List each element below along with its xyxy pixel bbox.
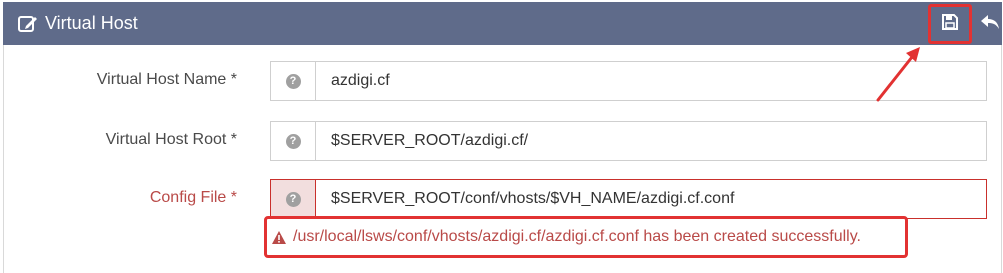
help-icon: ? <box>285 73 301 89</box>
back-button[interactable] <box>977 10 1003 38</box>
virtual-host-root-label: Virtual Host Root * <box>105 131 237 148</box>
panel-header: Virtual Host <box>3 2 1002 45</box>
config-file-help[interactable]: ? <box>271 180 316 218</box>
virtual-host-root-value: $SERVER_ROOT/azdigi.cf/ <box>331 132 529 149</box>
panel-title: Virtual Host <box>45 13 138 33</box>
config-file-label: Config File * <box>149 189 237 206</box>
config-file-message: /usr/local/lsws/conf/vhosts/azdigi.cf/az… <box>264 216 908 258</box>
help-icon: ? <box>285 191 301 207</box>
annotation-arrow <box>876 47 920 102</box>
help-icon: ? <box>285 133 301 149</box>
virtual-host-name-label: Virtual Host Name * <box>96 71 237 88</box>
warning-icon <box>271 230 287 245</box>
virtual-host-page: Virtual Host Virtual Host Name * ? azdig… <box>0 0 1003 273</box>
edit-icon <box>17 13 39 35</box>
virtual-host-root-help[interactable]: ? <box>271 122 316 160</box>
panel-title-wrap: Virtual Host <box>17 2 138 45</box>
virtual-host-name-help[interactable]: ? <box>271 62 316 100</box>
message-text: /usr/local/lsws/conf/vhosts/azdigi.cf/az… <box>293 228 861 245</box>
config-file-field[interactable]: ? $SERVER_ROOT/conf/vhosts/$VH_NAME/azdi… <box>270 179 987 219</box>
virtual-host-name-value: azdigi.cf <box>331 72 390 89</box>
save-button[interactable] <box>928 4 972 44</box>
virtual-host-root-field[interactable]: ? $SERVER_ROOT/azdigi.cf/ <box>270 121 987 161</box>
config-file-value: $SERVER_ROOT/conf/vhosts/$VH_NAME/azdigi… <box>331 190 735 207</box>
reply-arrow-icon <box>979 12 1001 37</box>
save-icon <box>941 13 959 36</box>
